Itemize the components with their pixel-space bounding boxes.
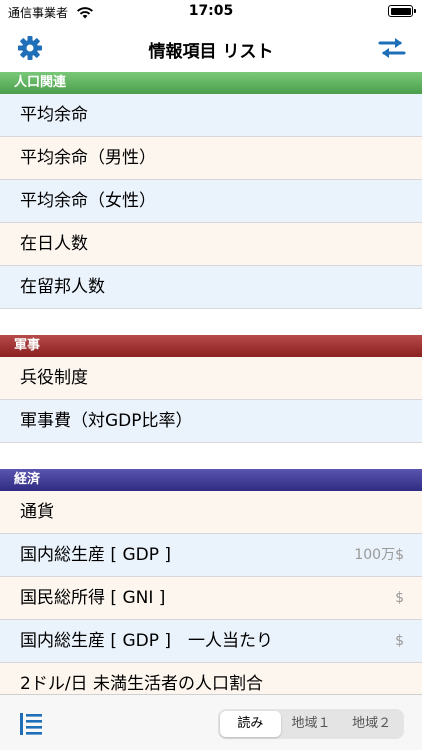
section-spacer	[0, 443, 422, 469]
list-item[interactable]: 国民総所得 [ GNI ] $	[0, 577, 422, 620]
list-item-label: 兵役制度	[20, 368, 88, 388]
list-item-label: 平均余命（女性）	[20, 191, 156, 211]
list-item-label: 在留邦人数	[20, 277, 105, 297]
list-item[interactable]: 軍事費（対GDP比率）	[0, 400, 422, 443]
status-bar: 通信事業者 17:05	[0, 0, 422, 24]
list-item-label: 2ドル/日 未満生活者の人口割合	[20, 674, 263, 694]
battery-icon	[388, 5, 416, 17]
section-header-population: 人口関連	[0, 72, 422, 94]
bottom-toolbar: 読み 地域１ 地域２	[0, 694, 422, 750]
unit-label: $	[395, 633, 404, 649]
list-item[interactable]: 平均余命（女性）	[0, 180, 422, 223]
list-item-label: 通貨	[20, 502, 54, 522]
swap-icon[interactable]	[378, 36, 406, 60]
list-item-label: 国内総生産 [ GDP ]	[20, 545, 171, 565]
list-item-label: 在日人数	[20, 234, 88, 254]
list-item-label: 平均余命（男性）	[20, 148, 156, 168]
segment-reading[interactable]: 読み	[220, 711, 281, 737]
unit-label: 100万$	[354, 547, 404, 563]
list-item[interactable]: 在日人数	[0, 223, 422, 266]
sort-segmented-control: 読み 地域１ 地域２	[218, 709, 404, 739]
navigation-bar: 情報項目 リスト	[0, 24, 422, 72]
list-item[interactable]: 国内総生産 [ GDP ] 一人当たり $	[0, 620, 422, 663]
list-item-label: 国民総所得 [ GNI ]	[20, 588, 166, 608]
list-item-label: 国内総生産 [ GDP ] 一人当たり	[20, 631, 273, 651]
unit-label: $	[395, 590, 404, 606]
list-item[interactable]: 2ドル/日 未満生活者の人口割合	[0, 663, 422, 694]
list-item[interactable]: 平均余命（男性）	[0, 137, 422, 180]
list-item[interactable]: 国内総生産 [ GDP ] 100万$	[0, 534, 422, 577]
segment-region-2[interactable]: 地域２	[341, 711, 402, 737]
info-item-list: 人口関連 平均余命 平均余命（男性） 平均余命（女性） 在日人数 在留邦人数 軍…	[0, 72, 422, 694]
list-item-label: 軍事費（対GDP比率）	[20, 411, 193, 431]
segment-region-1[interactable]: 地域１	[281, 711, 342, 737]
clock: 17:05	[188, 3, 234, 19]
list-item[interactable]: 在留邦人数	[0, 266, 422, 309]
section-header-economy: 経済	[0, 469, 422, 491]
list-item[interactable]: 兵役制度	[0, 357, 422, 400]
list-icon[interactable]	[18, 711, 44, 737]
section-spacer	[0, 309, 422, 335]
section-header-military: 軍事	[0, 335, 422, 357]
list-item-label: 平均余命	[20, 105, 88, 125]
list-item[interactable]: 平均余命	[0, 94, 422, 137]
list-item[interactable]: 通貨	[0, 491, 422, 534]
page-title: 情報項目 リスト	[148, 42, 274, 62]
